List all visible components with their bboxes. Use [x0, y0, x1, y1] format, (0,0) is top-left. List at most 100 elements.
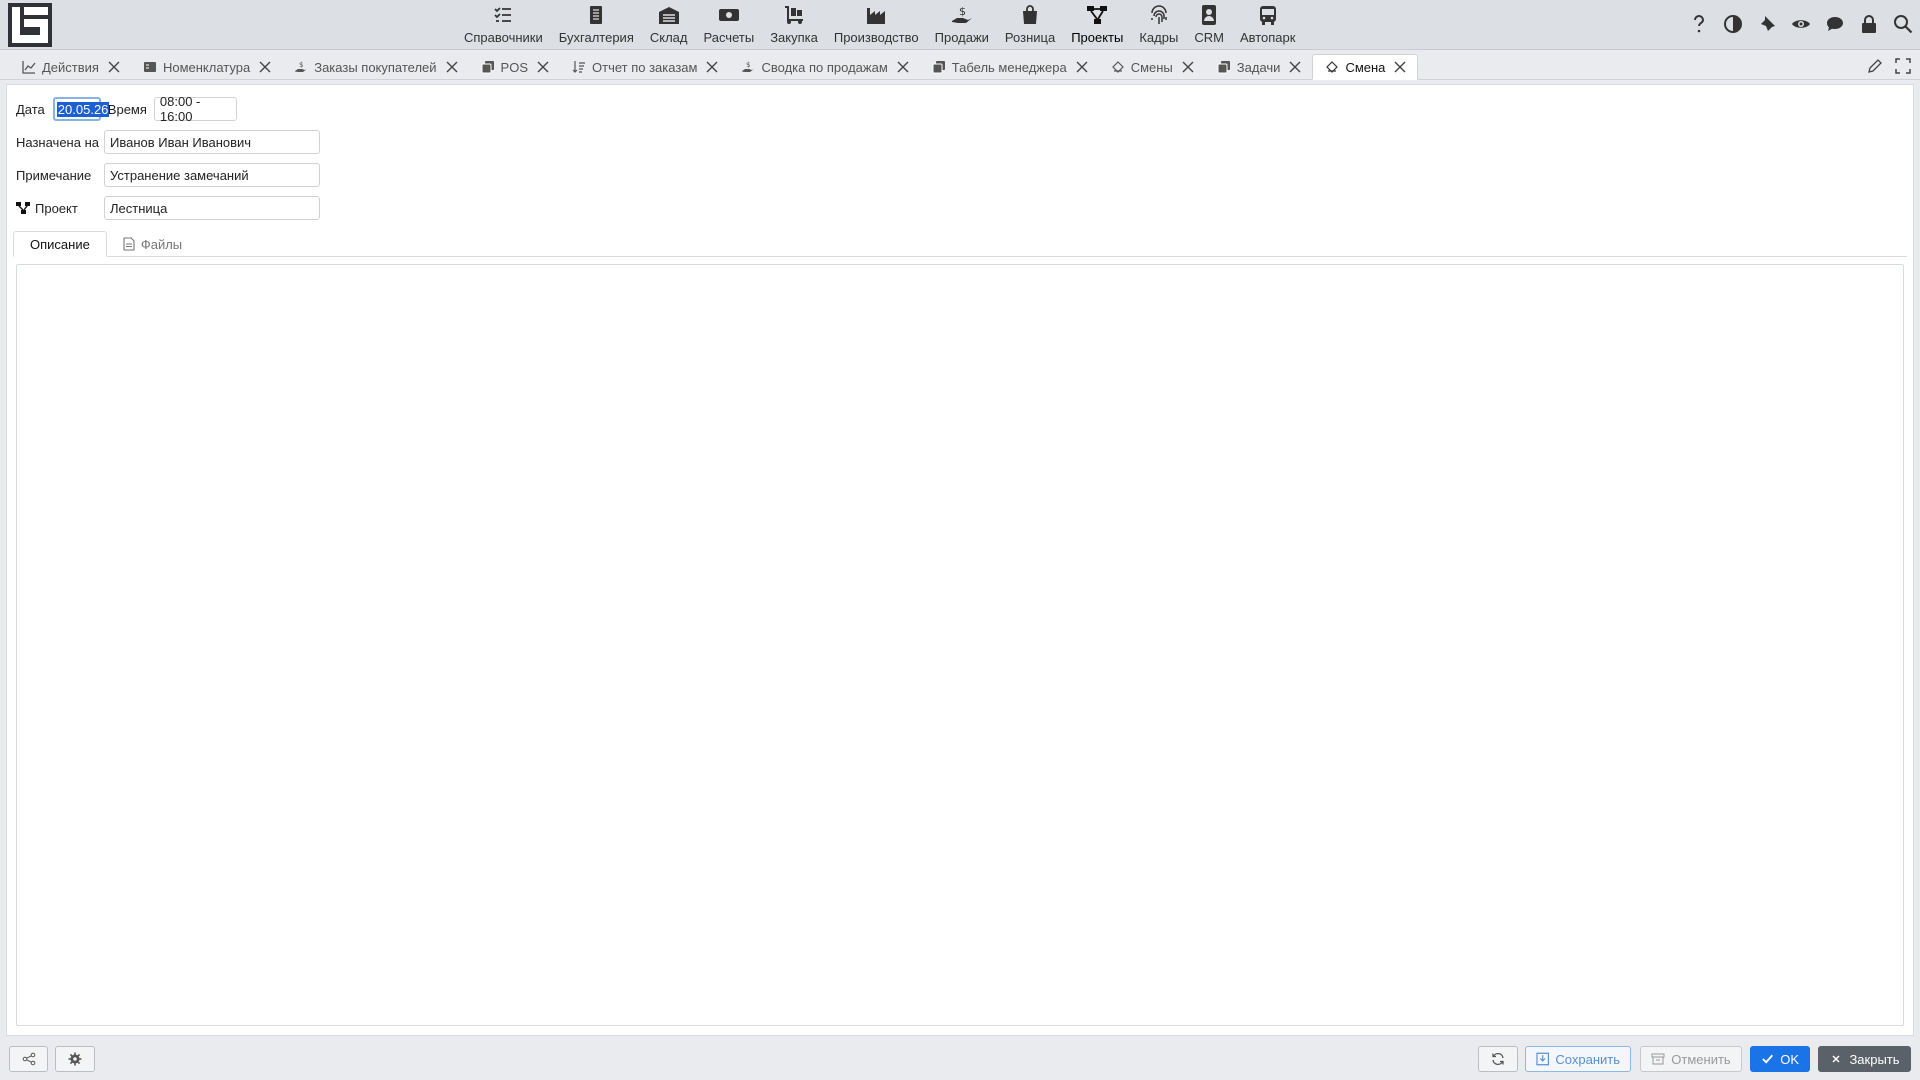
tab-zadachi[interactable]: Задачи	[1205, 54, 1313, 80]
project-tree-icon	[1087, 6, 1108, 24]
lock-button[interactable]	[1858, 12, 1880, 36]
tab-dejstviya[interactable]: Действия	[10, 54, 131, 80]
assigned-value: Иванов Иван Иванович	[110, 134, 252, 150]
svg-text:$: $	[299, 61, 303, 69]
factory-icon	[867, 8, 886, 24]
tab-otchet-po-zakazam[interactable]: Отчет по заказам	[560, 54, 729, 80]
tab-smeny[interactable]: Смены	[1099, 54, 1205, 80]
tab-label: Заказы покупателей	[314, 59, 437, 75]
close-icon[interactable]	[1181, 60, 1195, 74]
module-crm[interactable]: CRM	[1186, 0, 1232, 50]
module-label: Кадры	[1139, 30, 1179, 45]
close-button[interactable]: Закрыть	[1818, 1046, 1911, 1072]
project-tree-icon	[16, 202, 30, 214]
fullscreen-icon[interactable]	[1894, 57, 1912, 75]
svg-text:$: $	[959, 5, 966, 18]
date-label: Дата	[16, 101, 45, 117]
theme-toggle-button[interactable]	[1722, 12, 1744, 36]
close-icon[interactable]	[1393, 60, 1407, 74]
module-zakupka[interactable]: Закупка	[762, 0, 826, 50]
tab-label: Действия	[42, 59, 99, 75]
module-avtopark[interactable]: Автопарк	[1232, 0, 1304, 50]
project-row: Проект Лестница	[16, 196, 320, 220]
tab-pos[interactable]: POS	[469, 54, 560, 80]
ledger-icon	[590, 6, 603, 24]
module-proizvodstvo[interactable]: Производство	[826, 0, 927, 50]
close-icon[interactable]	[107, 60, 121, 74]
shift-icon	[1326, 61, 1339, 73]
close-icon[interactable]	[536, 60, 550, 74]
document-tabs: Действия Номенклатура $ Заказы покупател…	[10, 54, 1419, 80]
close-icon[interactable]	[445, 60, 459, 74]
view-button[interactable]	[1790, 12, 1812, 36]
search-icon	[1894, 15, 1913, 34]
close-icon[interactable]	[705, 60, 719, 74]
gear-icon	[68, 1052, 82, 1066]
checklist-icon	[494, 7, 512, 22]
tab-files-label: Файлы	[140, 236, 183, 252]
save-button[interactable]: Сохранить	[1525, 1046, 1631, 1072]
time-value: 08:00 - 16:00	[159, 94, 201, 124]
close-icon[interactable]	[258, 60, 272, 74]
module-sklad[interactable]: Склад	[642, 0, 696, 50]
cancel-button[interactable]: Отменить	[1640, 1046, 1742, 1072]
hand-dollar-icon: $	[742, 61, 755, 72]
share-button[interactable]	[9, 1046, 48, 1072]
tab-description-label: Описание	[30, 236, 90, 252]
pin-button[interactable]	[1756, 12, 1778, 36]
cancel-label: Отменить	[1671, 1051, 1731, 1067]
chat-icon	[1827, 17, 1843, 31]
module-raschety[interactable]: Расчеты	[695, 0, 762, 50]
copy-icon	[932, 61, 945, 74]
ok-button[interactable]: OK	[1750, 1046, 1810, 1072]
module-roznica[interactable]: Розница	[997, 0, 1063, 50]
eye-icon	[1792, 20, 1810, 28]
module-label: Производство	[833, 30, 919, 45]
close-icon[interactable]	[896, 60, 910, 74]
app-logo[interactable]	[8, 3, 52, 47]
close-icon[interactable]	[1075, 60, 1089, 74]
module-proekty[interactable]: Проекты	[1063, 0, 1131, 50]
refresh-button[interactable]	[1478, 1046, 1518, 1072]
pencil-icon[interactable]	[1866, 57, 1884, 75]
tab-strip-tools	[1866, 57, 1912, 75]
project-field[interactable]: Лестница	[104, 196, 320, 220]
help-button[interactable]	[1688, 12, 1710, 36]
hand-dollar-icon: $	[951, 5, 972, 23]
tab-smena[interactable]: Смена	[1312, 54, 1419, 80]
time-field[interactable]: 08:00 - 16:00	[153, 94, 237, 124]
archive-icon	[1651, 1053, 1665, 1065]
tab-zakazy-pokupatelej[interactable]: $ Заказы покупателей	[282, 54, 468, 80]
copy-icon	[1217, 61, 1230, 74]
module-spravochniki[interactable]: Справочники	[456, 0, 551, 50]
module-menu: Справочники Бухгалтерия Склад Расчеты За…	[456, 0, 1303, 50]
project-label-group: Проект	[16, 201, 104, 216]
note-label: Примечание	[16, 167, 92, 183]
hand-dollar-icon: $	[295, 61, 308, 72]
close-label: Закрыть	[1849, 1051, 1900, 1067]
dolly-icon	[785, 6, 804, 24]
tab-files[interactable]: Файлы	[107, 231, 198, 257]
module-kadry[interactable]: Кадры	[1131, 0, 1186, 50]
description-editor[interactable]	[16, 264, 1904, 1026]
check-icon	[1762, 1054, 1774, 1064]
chat-button[interactable]	[1824, 12, 1846, 36]
settings-button[interactable]	[55, 1046, 95, 1072]
tab-description[interactable]: Описание	[13, 231, 107, 257]
module-prodazhi[interactable]: $ Продажи	[927, 0, 997, 50]
contrast-icon	[1724, 15, 1742, 33]
footer-bar: Сохранить Отменить OK Закрыть	[0, 1040, 1920, 1080]
module-label: Бухгалтерия	[558, 30, 634, 45]
search-button[interactable]	[1892, 12, 1914, 36]
assigned-field[interactable]: Иванов Иван Иванович	[104, 130, 320, 154]
assigned-label: Назначена на	[16, 134, 99, 150]
note-field[interactable]: Устранение замечаний	[104, 163, 320, 187]
ok-label: OK	[1780, 1051, 1799, 1067]
tab-nomenklatura[interactable]: Номенклатура	[131, 54, 282, 80]
module-label: Расчеты	[703, 30, 755, 45]
date-field[interactable]: 20.05.26	[52, 97, 110, 121]
tab-tabel-menedzhera[interactable]: Табель менеджера	[920, 54, 1099, 80]
tab-svodka-po-prodazham[interactable]: $ Сводка по продажам	[729, 54, 919, 80]
module-buhgalteriya[interactable]: Бухгалтерия	[551, 0, 642, 50]
close-icon[interactable]	[1288, 60, 1302, 74]
